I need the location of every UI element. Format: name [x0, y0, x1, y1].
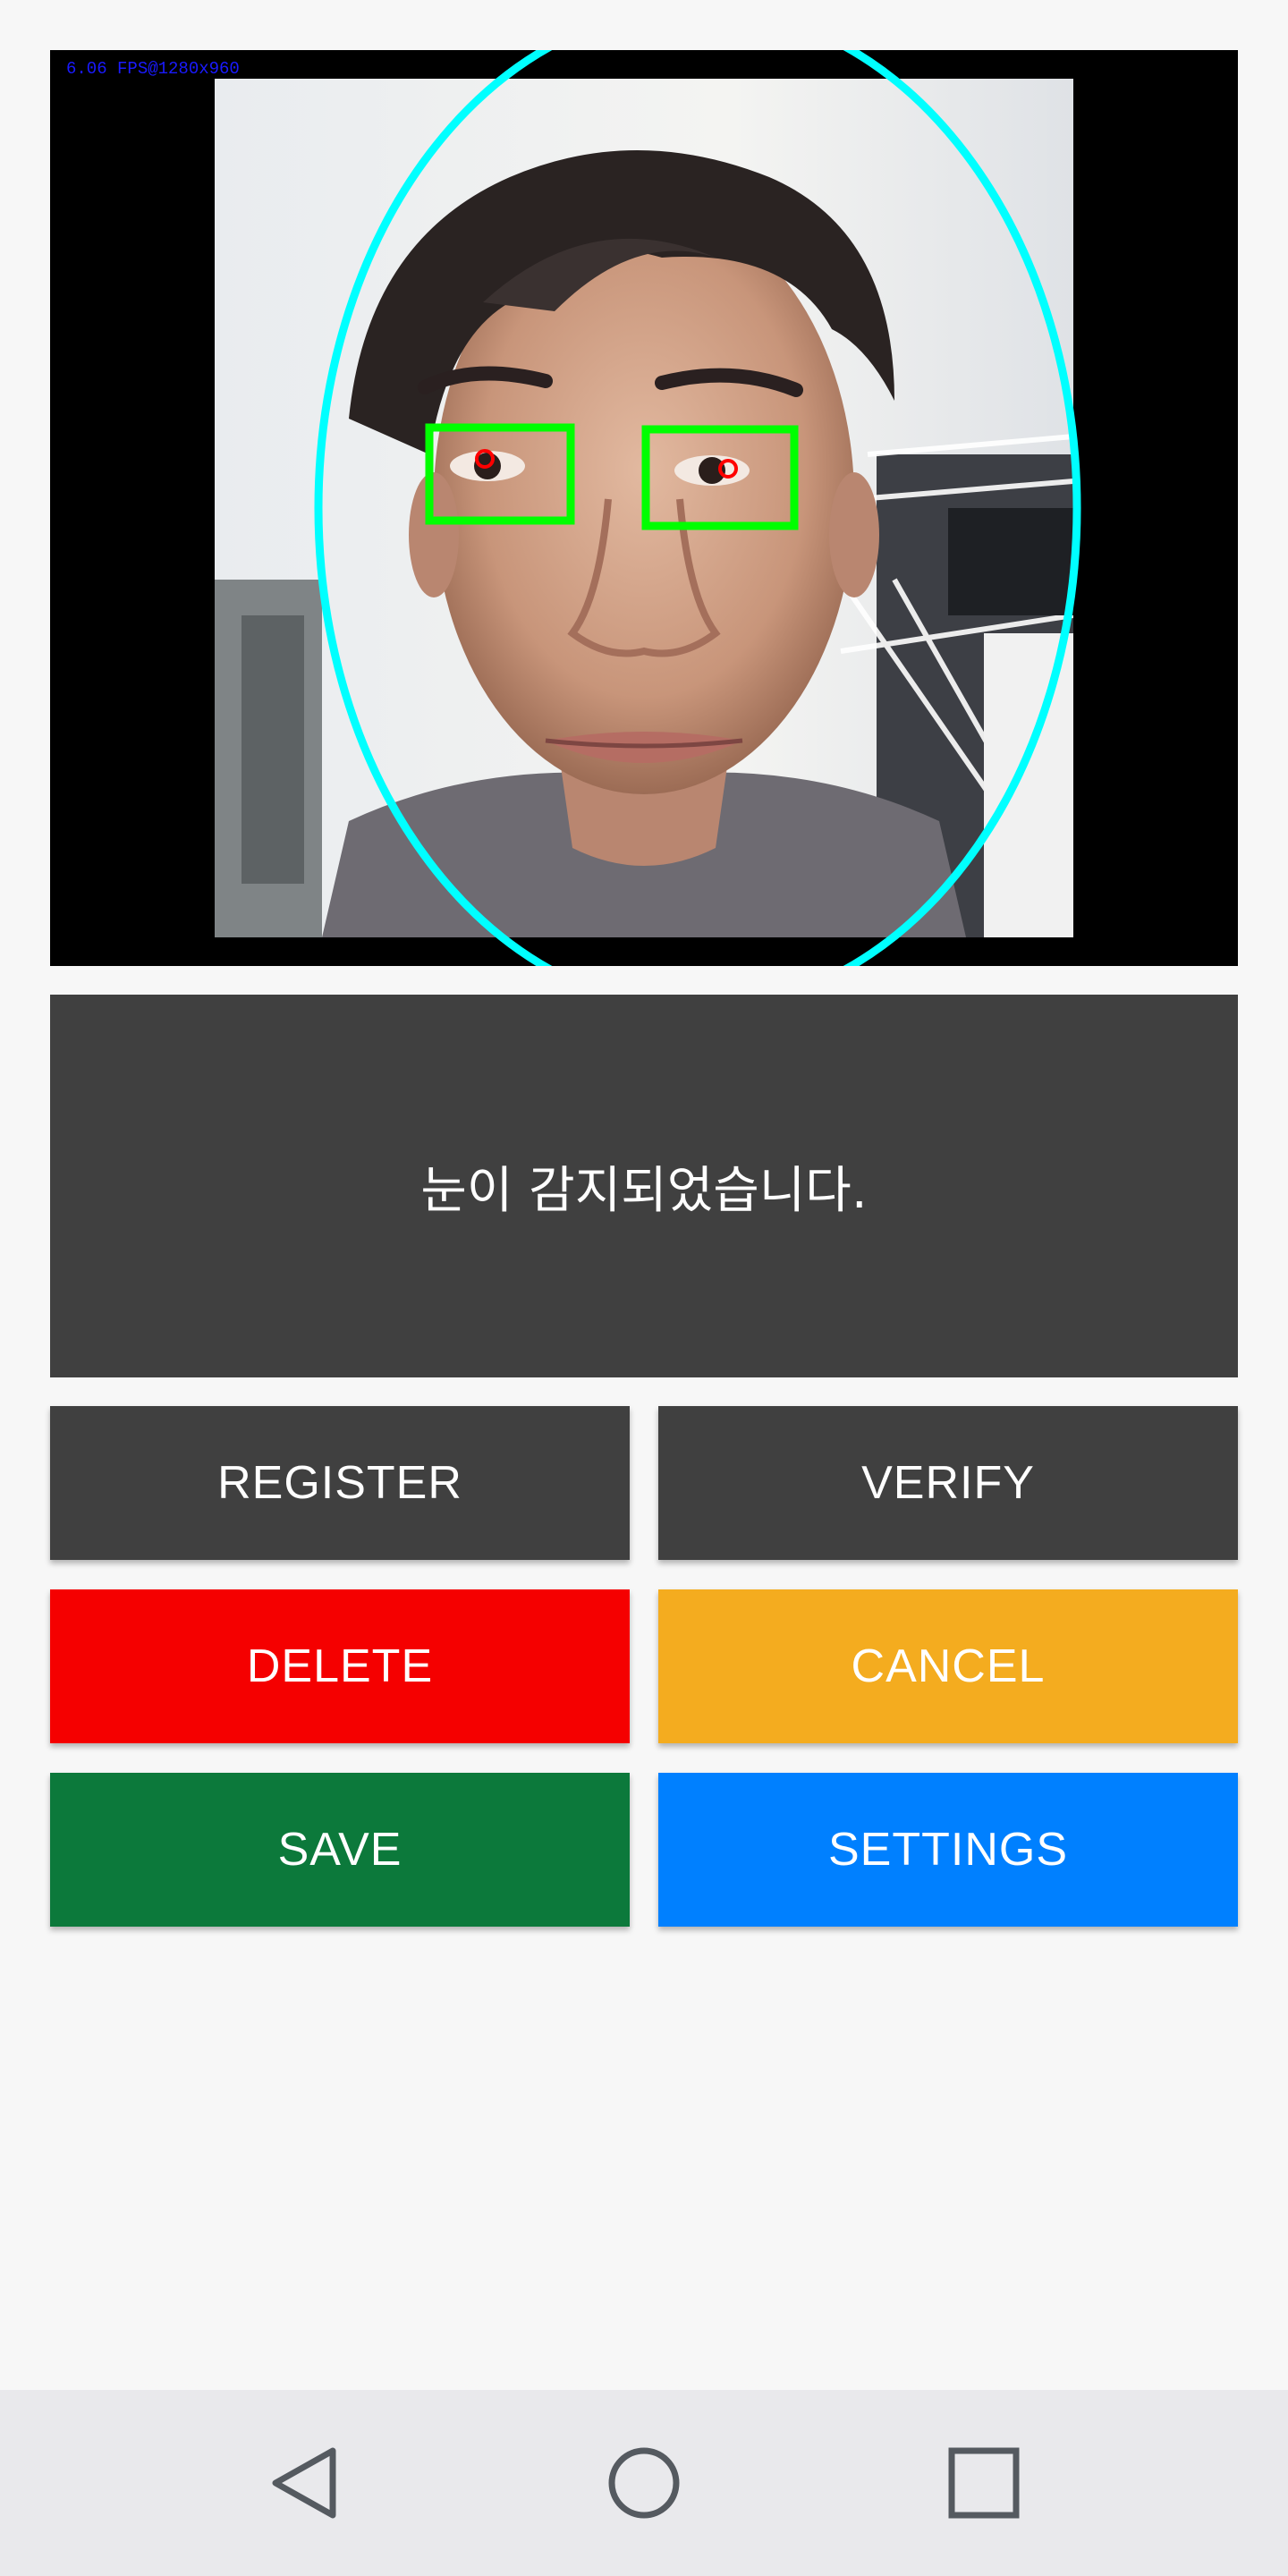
right-eye-box [641, 425, 799, 530]
square-recents-icon [948, 2447, 1020, 2519]
delete-button[interactable]: DELETE [50, 1589, 630, 1743]
nav-home-button[interactable] [572, 2390, 716, 2576]
cancel-button[interactable]: CANCEL [658, 1589, 1238, 1743]
detection-overlay [314, 50, 1081, 966]
right-pupil-marker [718, 459, 738, 479]
register-button[interactable]: REGISTER [50, 1406, 630, 1560]
triangle-back-icon [272, 2447, 336, 2519]
app-screen: 6.06 FPS@1280x960 눈이 감지되었습니다. REGISTER V… [0, 0, 1288, 2576]
left-eye-box [425, 423, 575, 525]
camera-preview: 6.06 FPS@1280x960 [50, 50, 1238, 966]
save-button[interactable]: SAVE [50, 1773, 630, 1927]
system-navigation-bar [0, 2390, 1288, 2576]
status-panel: 눈이 감지되었습니다. [50, 995, 1238, 1377]
settings-button[interactable]: SETTINGS [658, 1773, 1238, 1927]
verify-button[interactable]: VERIFY [658, 1406, 1238, 1560]
nav-recents-button[interactable] [912, 2390, 1055, 2576]
circle-home-icon [608, 2447, 680, 2519]
left-pupil-marker [475, 449, 495, 469]
status-message: 눈이 감지되었습니다. [420, 1161, 868, 1220]
nav-back-button[interactable] [233, 2390, 376, 2576]
